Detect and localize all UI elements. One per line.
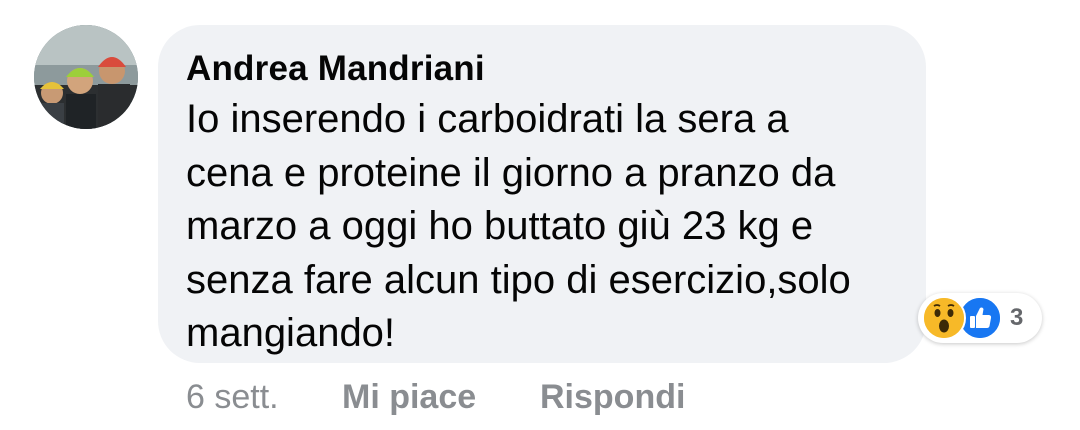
comment-text-line: cena e proteine il giorno a pranzo da bbox=[186, 150, 836, 195]
reaction-count: 3 bbox=[1010, 304, 1024, 331]
like-button[interactable]: Mi piace bbox=[342, 378, 476, 417]
reactions-summary[interactable]: 3 bbox=[918, 293, 1042, 343]
wow-icon bbox=[922, 296, 966, 340]
comment-text: Io inserendo i carboidrati la sera a cen… bbox=[186, 93, 896, 361]
avatar-photo bbox=[34, 25, 138, 129]
comment: Andrea Mandriani Io inserendo i carboidr… bbox=[0, 0, 1080, 430]
comment-text-line: Io inserendo i carboidrati la sera a bbox=[186, 97, 789, 141]
comment-bubble[interactable]: Andrea Mandriani Io inserendo i carboidr… bbox=[158, 25, 926, 363]
author-name[interactable]: Andrea Mandriani bbox=[186, 49, 485, 89]
comment-text-line: mangiando! bbox=[186, 311, 396, 355]
reply-button[interactable]: Rispondi bbox=[540, 378, 685, 417]
timestamp[interactable]: 6 sett. bbox=[186, 378, 279, 417]
comment-text-line: marzo a oggi ho buttato giù 23 kg e bbox=[186, 204, 814, 248]
comment-text-line: senza fare alcun tipo di esercizio,solo bbox=[186, 257, 851, 302]
avatar[interactable] bbox=[34, 25, 138, 129]
